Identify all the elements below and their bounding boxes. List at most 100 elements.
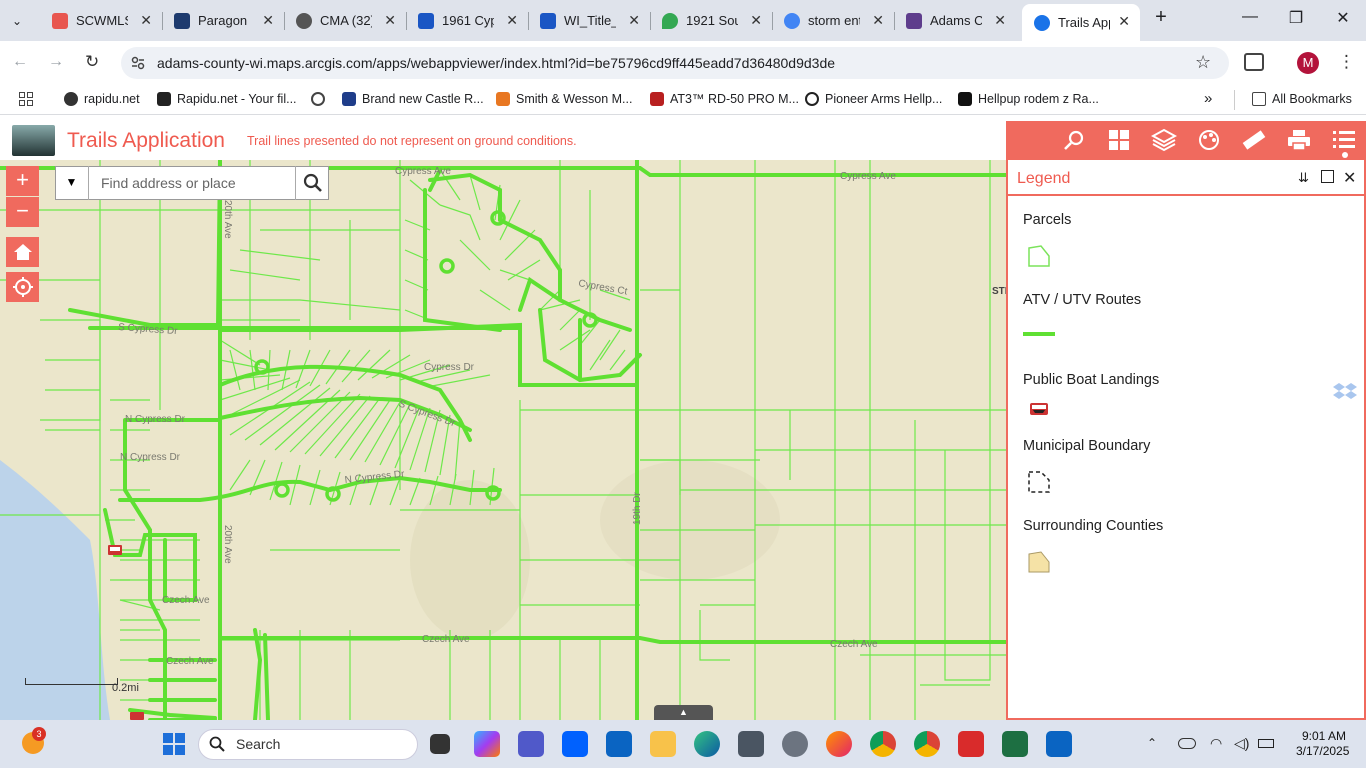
app-logo [12,125,55,156]
tab-0[interactable]: SCWMLS ✕ [40,0,162,41]
my-location-button[interactable] [6,272,39,302]
maximize-panel-icon[interactable] [1321,170,1334,183]
tab-4[interactable]: WI_Title_I ✕ [528,0,650,41]
home-button[interactable] [6,237,39,267]
palette-icon[interactable] [1196,128,1222,152]
new-tab-icon[interactable]: + [1146,6,1176,29]
zoom-out-button[interactable]: − [6,197,39,227]
tab-favicon-icon [1034,14,1050,31]
legend-list-icon[interactable] [1331,128,1357,152]
tab-8-active[interactable]: Trails App ✕ [1022,4,1140,41]
dropbox-icon[interactable] [1333,381,1357,403]
bookmark-3[interactable]: Brand new Castle R... [342,92,484,106]
tab-favicon-icon [174,12,190,29]
tab-label: Trails App [1058,15,1110,30]
file-explorer-icon[interactable] [650,731,676,757]
firefox-icon[interactable] [826,731,852,757]
bookmark-0[interactable]: rapidu.net [64,92,140,106]
search-input[interactable]: Find address or place [101,175,236,191]
close-icon[interactable]: ✕ [872,12,884,29]
edge-icon[interactable] [694,731,720,757]
close-icon[interactable]: ✕ [628,12,640,29]
browser-menu-icon[interactable]: ⋮ [1338,52,1355,72]
close-icon[interactable]: ✕ [506,12,518,29]
tray-overflow-icon[interactable]: ⌃ [1147,736,1157,750]
bookmark-4[interactable]: Smith & Wesson M... [496,92,632,106]
window-close-icon[interactable]: ✕ [1328,8,1358,28]
tab-2[interactable]: CMA (32) ✕ [284,0,406,41]
apps-grid-icon[interactable] [19,92,33,106]
close-icon[interactable]: ✕ [384,12,396,29]
bookmark-5[interactable]: AT3™ RD-50 PRO M... [650,92,799,106]
extensions-icon[interactable] [1244,53,1264,71]
road-label: N Cypress Dr [344,469,405,486]
copilot-icon[interactable] [474,731,500,757]
wifi-icon[interactable]: ◠ [1210,735,1222,752]
task-view-icon[interactable] [430,734,450,754]
tab-3[interactable]: 1961 Cyp ✕ [406,0,528,41]
attribution-toggle-button[interactable]: ▲ [654,705,713,720]
tab-search-button[interactable]: ⌄ [0,0,40,41]
boat-landing-marker[interactable] [130,712,144,720]
tab-5[interactable]: 1921 Sou ✕ [650,0,772,41]
road-label: 19th Dr [632,492,643,525]
taskbar-search-box[interactable] [198,729,418,760]
chrome-icon[interactable] [914,731,940,757]
close-panel-icon[interactable]: ✕ [1343,168,1356,188]
close-icon[interactable]: ✕ [1118,13,1130,30]
scale-bar [25,678,118,685]
bookmark-2[interactable] [311,92,331,106]
print-icon[interactable] [1286,128,1312,152]
close-icon[interactable]: ✕ [140,12,152,29]
onedrive-icon[interactable] [1178,738,1196,749]
tab-1[interactable]: Paragon 5 ✕ [162,0,284,41]
forward-icon[interactable]: → [48,53,64,71]
basemap-gallery-icon[interactable] [1106,128,1132,152]
bookmark-star-icon[interactable]: ☆ [1195,52,1211,73]
outlook-new-icon[interactable] [1046,731,1072,757]
system-clock[interactable]: 9:01 AM 3/17/2025 [1296,729,1349,759]
measure-ruler-icon[interactable] [1241,128,1267,152]
tab-6[interactable]: storm ent ✕ [772,0,894,41]
zoom-in-button[interactable]: + [6,166,39,196]
tab-favicon-icon [52,12,68,29]
bookmark-6[interactable]: Pioneer Arms Hellp... [805,92,942,106]
tab-7[interactable]: Adams Co ✕ [894,0,1016,41]
restore-icon[interactable]: ❐ [1281,8,1311,28]
teams-icon[interactable] [518,731,544,757]
road-label: 20th Ave [222,200,233,239]
start-windows-icon[interactable] [163,733,185,755]
query-search-icon[interactable] [1062,128,1088,152]
bookmarks-overflow-button[interactable]: » [1204,90,1212,107]
map-canvas[interactable]: Cypress Ave Cypress Ave Cypress Ct S Cyp… [0,160,1006,720]
search-button[interactable] [295,166,329,200]
close-icon[interactable]: ✕ [994,12,1006,29]
bookmark-label: Pioneer Arms Hellp... [825,92,943,106]
road-label: Cypress Dr [424,362,475,373]
bookmark-1[interactable]: Rapidu.net - Your fil... [157,92,297,106]
close-icon[interactable]: ✕ [750,12,762,29]
profile-avatar[interactable]: M [1297,52,1319,74]
battery-icon[interactable] [1258,739,1274,748]
site-info-icon[interactable] [130,55,146,71]
outlook-icon[interactable] [606,731,632,757]
all-bookmarks-button[interactable]: All Bookmarks [1252,92,1352,106]
boat-landing-marker[interactable] [108,545,122,555]
collapse-panel-icon[interactable]: ⇊ [1298,170,1309,186]
minimize-icon[interactable]: — [1235,8,1265,26]
volume-icon[interactable]: ◁) [1234,735,1249,752]
layers-icon[interactable] [1151,128,1177,152]
browser-tab-strip: ⌄ SCWMLS ✕ Paragon 5 ✕ CMA (32) ✕ 1961 C… [0,0,1366,41]
app-red-icon[interactable] [958,731,984,757]
calculator-icon[interactable] [738,731,764,757]
settings-gear-icon[interactable] [782,731,808,757]
excel-icon[interactable] [1002,731,1028,757]
back-icon[interactable]: ← [12,53,28,71]
reload-icon[interactable]: ↻ [85,52,99,72]
search-source-dropdown[interactable]: ▼ [55,166,89,200]
dropbox-taskbar-icon[interactable] [562,731,588,757]
bookmark-7[interactable]: Hellpup rodem z Ra... [958,92,1099,106]
close-icon[interactable]: ✕ [262,12,274,29]
chrome-profile-m-icon[interactable] [870,731,896,757]
map-view[interactable]: Cypress Ave Cypress Ave Cypress Ct S Cyp… [0,160,1006,720]
